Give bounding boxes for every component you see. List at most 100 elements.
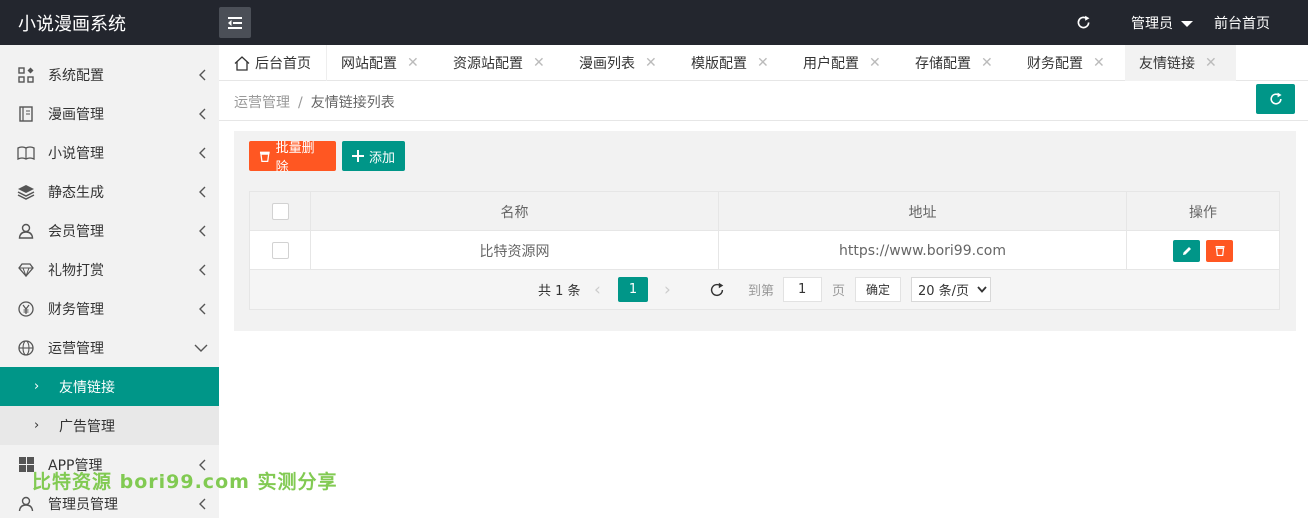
user-icon xyxy=(17,495,35,513)
chevron-left-icon xyxy=(196,186,208,198)
delete-button[interactable] xyxy=(1206,239,1233,262)
breadcrumb-current: 友情链接列表 xyxy=(310,95,395,111)
sidebar-item-operation[interactable]: 运营管理 xyxy=(0,328,219,367)
chevron-left-icon xyxy=(196,264,208,276)
chevron-left-icon xyxy=(196,303,208,315)
pager-confirm-button[interactable]: 确定 xyxy=(855,277,901,302)
breadcrumb-divider xyxy=(219,120,1308,121)
row-name: 比特资源网 xyxy=(311,231,719,270)
sidebar-item-gift[interactable]: 礼物打赏 xyxy=(0,250,219,289)
sidebar: 系统配置 漫画管理 小说管理 静态生成 会员管理 礼物打赏 财务管理 运营管理 … xyxy=(0,45,219,518)
close-icon[interactable]: ✕ xyxy=(981,55,993,71)
sidebar-item-novel[interactable]: 小说管理 xyxy=(0,133,219,172)
grid-icon xyxy=(17,66,35,84)
breadcrumb-separator: / xyxy=(298,95,303,111)
sidebar-item-label: 会员管理 xyxy=(48,223,104,240)
tab-template-config[interactable]: 模版配置 ✕ xyxy=(691,45,769,81)
header-refresh-button[interactable] xyxy=(1072,11,1094,33)
tab-label: 漫画列表 xyxy=(579,56,635,72)
tab-resource-config[interactable]: 资源站配置 ✕ xyxy=(453,45,545,81)
table-row: 比特资源网 https://www.bori99.com xyxy=(250,231,1279,270)
chevron-right-icon: › xyxy=(34,379,40,394)
sidebar-item-label: 静态生成 xyxy=(48,184,104,201)
pagination: 共 1 条 ‹ 1 › 到第 1 页 确定 20 条/页 xyxy=(250,270,1279,309)
batch-delete-button[interactable]: 批量删除 xyxy=(249,141,336,175)
chevron-left-icon xyxy=(196,225,208,237)
tab-label: 资源站配置 xyxy=(453,56,523,72)
frontend-home-link[interactable]: 前台首页 xyxy=(1214,13,1270,33)
chevron-left-icon xyxy=(196,498,208,510)
breadcrumb-parent[interactable]: 运营管理 xyxy=(234,95,290,111)
sidebar-subitem-friend-links[interactable]: › 友情链接 xyxy=(4,367,219,406)
pager-current-page[interactable]: 1 xyxy=(618,277,648,302)
sidebar-subitem-ads[interactable]: › 广告管理 xyxy=(0,406,219,445)
tab-bar: 后台首页 网站配置 ✕ 资源站配置 ✕ 漫画列表 ✕ 模版配置 ✕ 用户配置 ✕ 存储配置… xyxy=(219,45,1308,81)
row-checkbox[interactable] xyxy=(271,242,289,259)
select-all-checkbox[interactable] xyxy=(271,203,289,220)
sidebar-item-finance[interactable]: 财务管理 xyxy=(0,289,219,328)
tab-divider xyxy=(326,45,327,81)
plus-icon xyxy=(352,150,364,162)
watermark: 比特资源 bori99.com 实测分享 xyxy=(32,471,338,493)
trash-icon xyxy=(259,151,270,162)
home-icon xyxy=(234,55,250,71)
chevron-left-icon xyxy=(196,147,208,159)
yen-icon xyxy=(17,300,35,318)
tab-comic-list[interactable]: 漫画列表 ✕ xyxy=(579,45,657,81)
pager-page-unit: 页 xyxy=(832,284,846,299)
pager-prev-icon[interactable]: ‹ xyxy=(594,270,601,309)
header-checkbox-cell xyxy=(250,192,311,231)
header-name: 名称 xyxy=(311,192,719,231)
sidebar-item-system-config[interactable]: 系统配置 xyxy=(0,55,219,94)
sidebar-item-comic[interactable]: 漫画管理 xyxy=(0,94,219,133)
sidebar-item-label: 管理员管理 xyxy=(48,496,118,513)
admin-menu[interactable]: 管理员 xyxy=(1131,13,1193,33)
open-book-icon xyxy=(17,144,35,162)
close-icon[interactable]: ✕ xyxy=(869,55,881,71)
menu-toggle-button[interactable] xyxy=(219,7,251,38)
page-refresh-button[interactable] xyxy=(1256,84,1295,114)
edit-button[interactable] xyxy=(1173,239,1200,262)
sidebar-item-label: 财务管理 xyxy=(48,301,104,318)
app-title: 小说漫画系统 xyxy=(18,14,126,35)
tab-label: 存储配置 xyxy=(915,56,971,72)
user-icon xyxy=(17,222,35,240)
close-icon[interactable]: ✕ xyxy=(533,55,545,71)
pager-next-icon[interactable]: › xyxy=(664,270,671,309)
tab-user-config[interactable]: 用户配置 ✕ xyxy=(803,45,881,81)
pager-refresh-button[interactable] xyxy=(708,270,726,309)
close-icon[interactable]: ✕ xyxy=(757,55,769,71)
sidebar-item-member[interactable]: 会员管理 xyxy=(0,211,219,250)
tab-dashboard[interactable]: 后台首页 xyxy=(234,45,311,81)
chevron-left-icon xyxy=(196,108,208,120)
sidebar-item-static[interactable]: 静态生成 xyxy=(0,172,219,211)
tab-friend-links[interactable]: 友情链接 ✕ xyxy=(1125,45,1236,81)
add-button[interactable]: 添加 xyxy=(342,141,405,171)
sidebar-subitem-label: 友情链接 xyxy=(59,379,115,396)
pager-goto-label: 到第 xyxy=(748,284,775,299)
tab-label: 网站配置 xyxy=(341,56,397,72)
close-icon[interactable]: ✕ xyxy=(1205,55,1217,71)
breadcrumb: 运营管理 / 友情链接列表 xyxy=(234,92,395,112)
pager-goto-input[interactable]: 1 xyxy=(783,277,822,302)
tab-label: 友情链接 xyxy=(1139,56,1195,72)
tab-label: 模版配置 xyxy=(691,56,747,72)
close-icon[interactable]: ✕ xyxy=(407,55,419,71)
caret-down-icon xyxy=(1181,20,1193,27)
top-header: 小说漫画系统 管理员 前台首页 xyxy=(0,0,1308,45)
close-icon[interactable]: ✕ xyxy=(645,55,657,71)
diamond-icon xyxy=(17,261,35,279)
refresh-icon xyxy=(710,282,724,296)
tab-storage-config[interactable]: 存储配置 ✕ xyxy=(915,45,993,81)
tab-site-config[interactable]: 网站配置 ✕ xyxy=(341,45,419,81)
pencil-icon xyxy=(1182,246,1191,255)
tab-finance-config[interactable]: 财务配置 ✕ xyxy=(1027,45,1105,81)
sidebar-item-label: 系统配置 xyxy=(48,67,104,84)
header-url: 地址 xyxy=(719,192,1127,231)
pager-size-select[interactable]: 20 条/页 xyxy=(911,277,991,302)
chevron-down-icon xyxy=(977,286,987,293)
close-icon[interactable]: ✕ xyxy=(1093,55,1105,71)
tab-label: 财务配置 xyxy=(1027,56,1083,72)
book-icon xyxy=(17,105,35,123)
row-actions xyxy=(1127,231,1279,270)
